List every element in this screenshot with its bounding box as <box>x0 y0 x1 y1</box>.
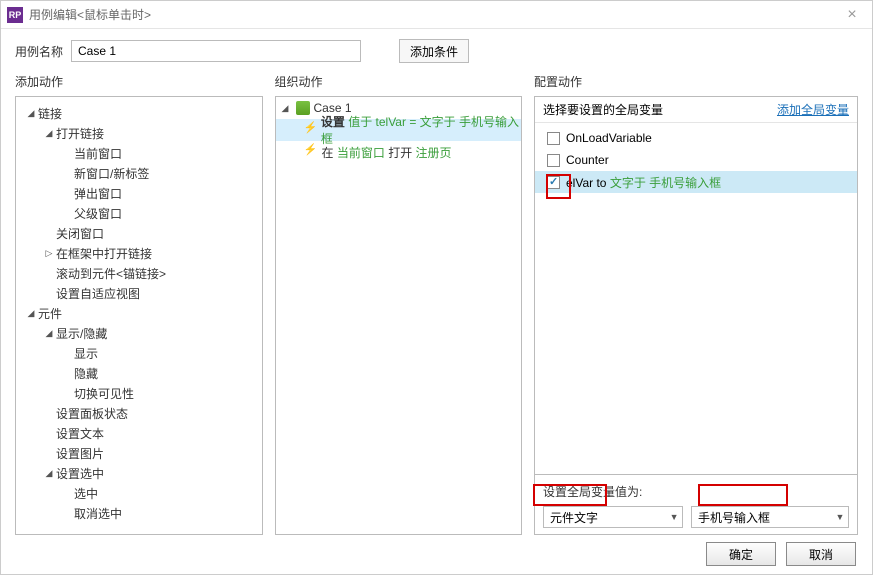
organize-title: 组织动作 <box>275 73 523 90</box>
tree-group-open-link[interactable]: ◢打开链接 <box>20 123 258 143</box>
add-action-title: 添加动作 <box>15 73 263 90</box>
close-icon[interactable]: × <box>838 6 866 24</box>
chevron-down-icon[interactable]: ▼ <box>832 512 848 522</box>
cancel-button[interactable]: 取消 <box>786 542 856 566</box>
set-value-label: 设置全局变量值为: <box>543 483 849 500</box>
tree-group-link[interactable]: ◢链接 <box>20 103 258 123</box>
configure-bottom: 设置全局变量值为: ▼ ▼ <box>535 474 857 534</box>
tree-item-current-window[interactable]: ◢当前窗口 <box>20 143 258 163</box>
case-name-row: 用例名称 添加条件 <box>1 29 872 69</box>
footer-buttons: 确定 取消 <box>706 542 856 566</box>
var-row-counter[interactable]: Counter <box>535 149 857 171</box>
add-condition-button[interactable]: 添加条件 <box>399 39 469 63</box>
tree-group-widget[interactable]: ◢元件 <box>20 303 258 323</box>
tree-item-set-text[interactable]: ◢设置文本 <box>20 423 258 443</box>
widget-combo[interactable]: ▼ <box>691 506 849 528</box>
configure-pane: 选择要设置的全局变量 添加全局变量 OnLoadVariable Counter… <box>534 96 858 535</box>
tree-item-toggle-vis[interactable]: ◢切换可见性 <box>20 383 258 403</box>
var-name: OnLoadVariable <box>566 131 652 145</box>
case-name-label: 用例名称 <box>15 43 63 60</box>
configure-title: 配置动作 <box>534 73 858 90</box>
case-name-input[interactable] <box>71 40 361 62</box>
tree-item-set-image[interactable]: ◢设置图片 <box>20 443 258 463</box>
tree-item-hide[interactable]: ◢隐藏 <box>20 363 258 383</box>
add-global-var-link[interactable]: 添加全局变量 <box>777 101 849 118</box>
chevron-down-icon[interactable]: ▼ <box>666 512 682 522</box>
org-action-set-var[interactable]: 设置 值于 telVar = 文字于 手机号输入框 <box>276 119 522 141</box>
widget-input[interactable] <box>692 507 832 527</box>
checkbox[interactable] <box>547 132 560 145</box>
case-icon <box>296 101 310 115</box>
tree-item-unselect[interactable]: ◢取消选中 <box>20 503 258 523</box>
tree-item-selected[interactable]: ◢选中 <box>20 483 258 503</box>
title-bar: RP 用例编辑<鼠标单击时> × <box>1 1 872 29</box>
bolt-icon <box>304 123 317 137</box>
window-title: 用例编辑<鼠标单击时> <box>29 6 151 23</box>
tree-item-open-in-frame[interactable]: ▷在框架中打开链接 <box>20 243 258 263</box>
tree-item-parent-window[interactable]: ◢父级窗口 <box>20 203 258 223</box>
organize-pane: ◢ Case 1 设置 值于 telVar = 文字于 手机号输入框 在 当前窗… <box>275 96 523 535</box>
var-row-telvar[interactable]: elVar to 文字于 手机号输入框 <box>535 171 857 193</box>
tree-item-popup[interactable]: ◢弹出窗口 <box>20 183 258 203</box>
tree-item-new-window[interactable]: ◢新窗口/新标签 <box>20 163 258 183</box>
value-type-input[interactable] <box>544 507 666 527</box>
checkbox-checked[interactable] <box>547 176 560 189</box>
checkbox[interactable] <box>547 154 560 167</box>
var-name: elVar to 文字于 手机号输入框 <box>566 174 721 191</box>
var-name: Counter <box>566 153 609 167</box>
ok-button[interactable]: 确定 <box>706 542 776 566</box>
select-global-var-label: 选择要设置的全局变量 <box>543 101 663 118</box>
tree-item-scroll-anchor[interactable]: ◢滚动到元件<锚链接> <box>20 263 258 283</box>
configure-header: 选择要设置的全局变量 添加全局变量 <box>535 97 857 123</box>
tree-item-show[interactable]: ◢显示 <box>20 343 258 363</box>
tree-item-set-adaptive[interactable]: ◢设置自适应视图 <box>20 283 258 303</box>
bolt-icon <box>304 145 318 159</box>
tree-item-set-panel-state[interactable]: ◢设置面板状态 <box>20 403 258 423</box>
tree-group-set-selected[interactable]: ◢设置选中 <box>20 463 258 483</box>
tree-item-close-window[interactable]: ◢关闭窗口 <box>20 223 258 243</box>
value-type-combo[interactable]: ▼ <box>543 506 683 528</box>
action-tree-pane: ◢链接 ◢打开链接 ◢当前窗口 ◢新窗口/新标签 ◢弹出窗口 ◢父级窗口 ◢关闭… <box>15 96 263 535</box>
var-row-onload[interactable]: OnLoadVariable <box>535 127 857 149</box>
app-logo: RP <box>7 7 23 23</box>
tree-group-showhide[interactable]: ◢显示/隐藏 <box>20 323 258 343</box>
